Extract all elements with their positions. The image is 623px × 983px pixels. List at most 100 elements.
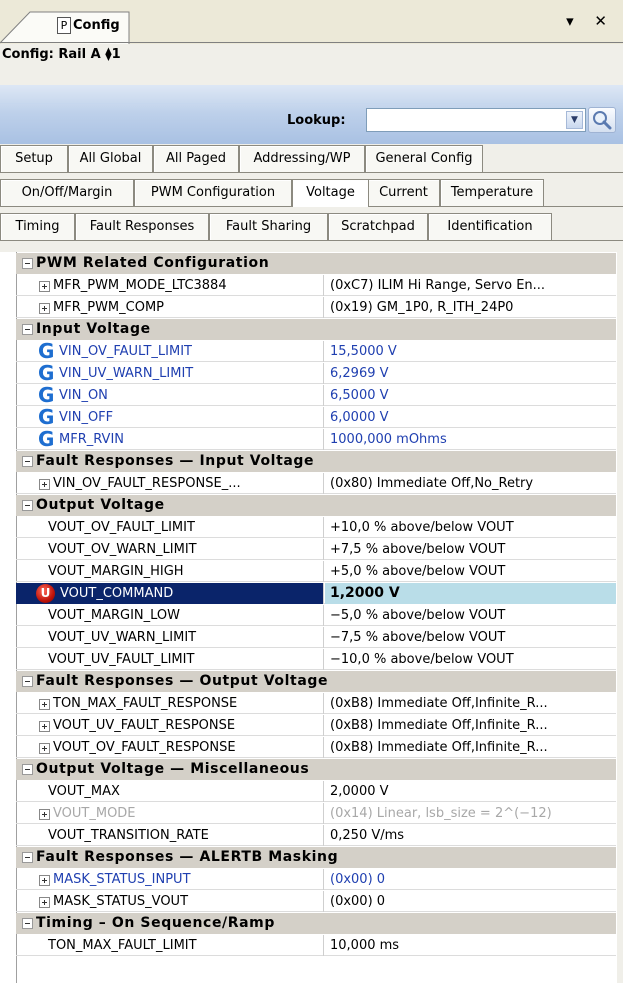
property-value[interactable]: (0x80) Immediate Off,No_Retry xyxy=(325,473,616,494)
property-row[interactable]: VOUT_UV_FAULT_RESPONSE (0xB8) Immediate O… xyxy=(16,715,616,736)
property-value[interactable]: 2,0000 V xyxy=(325,781,616,802)
tab-identification[interactable]: Identification xyxy=(428,213,552,240)
property-row[interactable]: VOUT_OV_FAULT_LIMIT +10,0 % above/below V… xyxy=(16,517,616,538)
collapse-icon[interactable] xyxy=(16,495,33,516)
tab-fault-responses[interactable]: Fault Responses xyxy=(75,213,209,240)
property-value[interactable]: 6,5000 V xyxy=(325,385,616,406)
collapse-icon[interactable] xyxy=(16,451,33,472)
category-header[interactable]: Fault Responses — Output Voltage xyxy=(16,671,616,692)
property-row[interactable]: VOUT_MAX 2,0000 V xyxy=(16,781,616,802)
property-row[interactable]: MASK_STATUS_VOUT (0x00) 0 xyxy=(16,891,616,912)
collapse-icon[interactable] xyxy=(16,319,33,340)
property-row[interactable]: VIN_OFF 6,0000 V G xyxy=(16,407,616,428)
category-header[interactable]: PWM Related Configuration xyxy=(16,253,616,274)
property-value[interactable]: (0xB8) Immediate Off,Infinite_R... xyxy=(325,715,616,736)
property-row[interactable]: VOUT_MODE (0x14) Linear, lsb_size = 2^(−1… xyxy=(16,803,616,824)
tab-on-off-margin[interactable]: On/Off/Margin xyxy=(0,179,134,206)
expand-icon[interactable] xyxy=(39,897,50,908)
category-header[interactable]: Input Voltage xyxy=(16,319,616,340)
tab-timing[interactable]: Timing xyxy=(0,213,75,240)
tab-fault-sharing[interactable]: Fault Sharing xyxy=(209,213,328,240)
config-document-tab[interactable]: P Config xyxy=(0,11,130,44)
property-row[interactable]: VIN_UV_WARN_LIMIT 6,2969 V G xyxy=(16,363,616,384)
property-row[interactable]: VOUT_COMMAND 1,2000 V U xyxy=(16,583,616,604)
tab-general-config[interactable]: General Config xyxy=(365,145,483,172)
expand-icon[interactable] xyxy=(39,699,50,710)
property-value[interactable]: (0x19) GM_1P0, R_ITH_24P0 xyxy=(325,297,616,318)
expand-icon[interactable] xyxy=(39,479,50,490)
property-value[interactable]: −10,0 % above/below VOUT xyxy=(325,649,616,670)
collapse-icon[interactable] xyxy=(16,913,33,934)
property-row[interactable]: VIN_OV_FAULT_LIMIT 15,5000 V G xyxy=(16,341,616,362)
property-row[interactable]: VOUT_TRANSITION_RATE 0,250 V/ms xyxy=(16,825,616,846)
property-row[interactable]: MFR_PWM_COMP (0x19) GM_1P0, R_ITH_24P0 xyxy=(16,297,616,318)
grid-gutter xyxy=(0,252,16,983)
tab-all-global[interactable]: All Global xyxy=(68,145,153,172)
tab-temperature[interactable]: Temperature xyxy=(440,179,544,206)
tab-pwm-configuration[interactable]: PWM Configuration xyxy=(134,179,292,206)
property-row[interactable]: MFR_RVIN 1000,000 mOhms G xyxy=(16,429,616,450)
property-value[interactable]: 6,0000 V xyxy=(325,407,616,428)
category-header[interactable]: Output Voltage xyxy=(16,495,616,516)
collapse-icon[interactable] xyxy=(16,847,33,868)
collapse-icon[interactable] xyxy=(16,253,33,274)
property-row[interactable]: TON_MAX_FAULT_RESPONSE (0xB8) Immediate O… xyxy=(16,693,616,714)
expand-icon[interactable] xyxy=(39,281,50,292)
property-value[interactable]: (0x00) 0 xyxy=(325,869,616,890)
property-name: VOUT_OV_FAULT_RESPONSE xyxy=(16,737,324,758)
property-value[interactable]: +5,0 % above/below VOUT xyxy=(325,561,616,582)
expand-icon[interactable] xyxy=(39,303,50,314)
tab-voltage[interactable]: Voltage xyxy=(292,179,369,207)
property-value[interactable]: 15,5000 V xyxy=(325,341,616,362)
property-row[interactable]: MFR_PWM_MODE_LTC3884 (0xC7) ILIM Hi Range… xyxy=(16,275,616,296)
collapse-icon[interactable] xyxy=(16,671,33,692)
tab-addressing-wp[interactable]: Addressing/WP xyxy=(239,145,365,172)
tab-all-paged[interactable]: All Paged xyxy=(153,145,239,172)
property-value[interactable]: (0x14) Linear, lsb_size = 2^(−12) xyxy=(325,803,616,824)
lookup-input[interactable]: ▼ xyxy=(366,108,586,132)
property-value[interactable]: −7,5 % above/below VOUT xyxy=(325,627,616,648)
title-tab-bar: P Config ▾ ✕ xyxy=(0,0,623,44)
property-value[interactable]: +7,5 % above/below VOUT xyxy=(325,539,616,560)
expand-icon[interactable] xyxy=(39,743,50,754)
property-value[interactable]: +10,0 % above/below VOUT xyxy=(325,517,616,538)
category-header[interactable]: Fault Responses — Input Voltage xyxy=(16,451,616,472)
tab-current[interactable]: Current xyxy=(367,179,440,206)
property-value[interactable]: (0x00) 0 xyxy=(325,891,616,912)
property-value[interactable]: 1000,000 mOhms xyxy=(325,429,616,450)
property-value[interactable]: (0xB8) Immediate Off,Infinite_R... xyxy=(325,737,616,758)
category-header[interactable]: Timing – On Sequence/Ramp xyxy=(16,913,616,934)
property-value[interactable]: 1,2000 V xyxy=(325,583,616,604)
tab-setup[interactable]: Setup xyxy=(0,145,68,172)
property-row[interactable]: VOUT_MARGIN_LOW −5,0 % above/below VOUT xyxy=(16,605,616,626)
property-row[interactable]: VOUT_OV_WARN_LIMIT +7,5 % above/below VOU… xyxy=(16,539,616,560)
expand-icon[interactable] xyxy=(39,721,50,732)
property-value[interactable]: (0xB8) Immediate Off,Infinite_R... xyxy=(325,693,616,714)
property-row[interactable]: TON_MAX_FAULT_LIMIT 10,000 ms xyxy=(16,935,616,956)
magnifier-icon[interactable] xyxy=(588,107,616,133)
property-name: VOUT_MARGIN_LOW xyxy=(16,605,324,626)
expand-icon[interactable] xyxy=(39,875,50,886)
window-controls[interactable]: ▾ ✕ xyxy=(566,12,615,30)
property-value[interactable]: 10,000 ms xyxy=(325,935,616,956)
property-row[interactable]: VOUT_MARGIN_HIGH +5,0 % above/below VOUT xyxy=(16,561,616,582)
property-row[interactable]: VIN_OV_FAULT_RESPONSE_... (0x80) Immediat… xyxy=(16,473,616,494)
category-header[interactable]: Output Voltage — Miscellaneous xyxy=(16,759,616,780)
property-value[interactable]: 0,250 V/ms xyxy=(325,825,616,846)
chevron-down-icon[interactable]: ▼ xyxy=(566,111,583,129)
property-value[interactable]: (0xC7) ILIM Hi Range, Servo En... xyxy=(325,275,616,296)
property-name: VIN_OV_FAULT_RESPONSE_... xyxy=(16,473,324,494)
property-row[interactable]: MASK_STATUS_INPUT (0x00) 0 xyxy=(16,869,616,890)
property-row[interactable]: VOUT_UV_FAULT_LIMIT −10,0 % above/below V… xyxy=(16,649,616,670)
collapse-icon[interactable] xyxy=(16,759,33,780)
property-value[interactable]: −5,0 % above/below VOUT xyxy=(325,605,616,626)
property-row[interactable]: VOUT_UV_WARN_LIMIT −7,5 % above/below VOU… xyxy=(16,627,616,648)
tab-scratchpad[interactable]: Scratchpad xyxy=(328,213,428,240)
expand-icon[interactable] xyxy=(39,809,50,820)
property-name: MASK_STATUS_INPUT xyxy=(16,869,324,890)
category-header[interactable]: Fault Responses — ALERTB Masking xyxy=(16,847,616,868)
property-name: MFR_PWM_COMP xyxy=(16,297,324,318)
property-row[interactable]: VOUT_OV_FAULT_RESPONSE (0xB8) Immediate O… xyxy=(16,737,616,758)
property-value[interactable]: 6,2969 V xyxy=(325,363,616,384)
property-row[interactable]: VIN_ON 6,5000 V G xyxy=(16,385,616,406)
